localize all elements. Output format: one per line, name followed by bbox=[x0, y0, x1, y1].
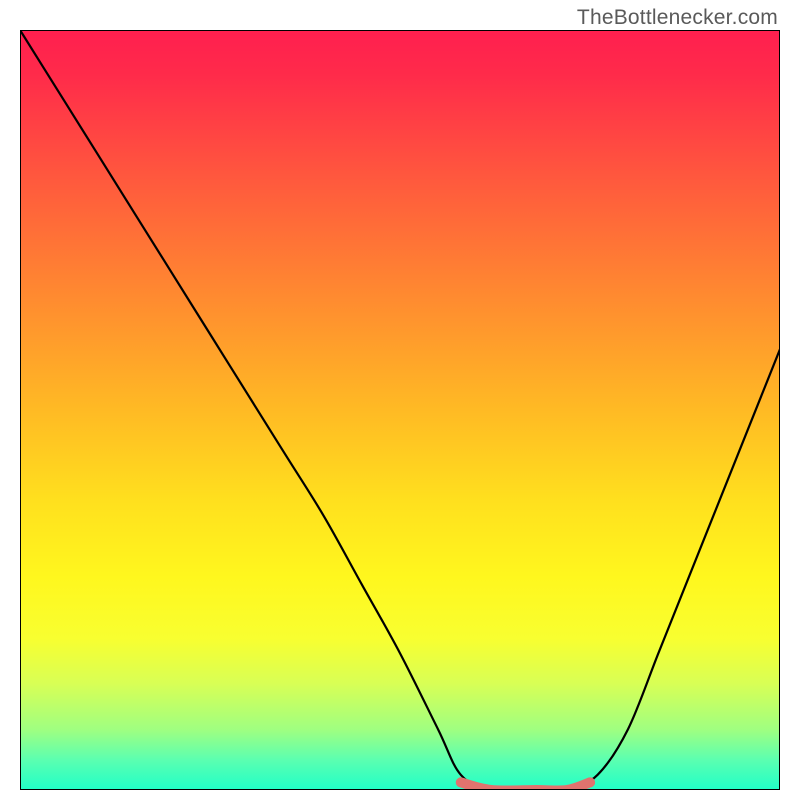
chart-container: TheBottlenecker.com bbox=[0, 0, 800, 800]
bottleneck-curve bbox=[20, 30, 780, 790]
plot-area bbox=[20, 30, 780, 790]
watermark-text: TheBottlenecker.com bbox=[577, 6, 778, 30]
curve-layer bbox=[20, 30, 780, 790]
highlight-end-dot bbox=[585, 777, 595, 787]
highlight-segment bbox=[461, 782, 590, 790]
